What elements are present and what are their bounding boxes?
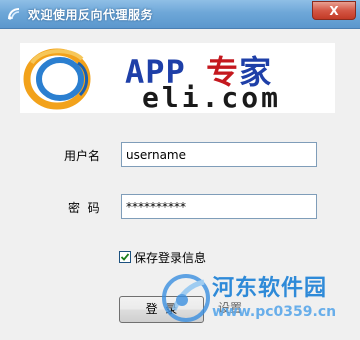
remember-label[interactable]: 保存登录信息: [134, 249, 206, 266]
brand-banner: APP 专家 eli.com: [20, 43, 335, 114]
app-icon: [8, 8, 20, 20]
password-field[interactable]: [121, 194, 317, 219]
close-icon: X: [329, 4, 339, 18]
username-label: 用户名: [64, 149, 101, 163]
watermark-site-name: 河东软件园: [212, 276, 328, 301]
orbit-logo-icon: [23, 48, 91, 110]
close-button[interactable]: X: [312, 1, 356, 20]
title-bar[interactable]: 欢迎使用反向代理服务 X: [0, 0, 360, 29]
window-title: 欢迎使用反向代理服务: [28, 8, 154, 22]
watermark-logo-icon: [162, 274, 210, 322]
check-icon: [120, 253, 130, 261]
brand-domain: eli.com: [142, 81, 282, 114]
remember-checkbox[interactable]: [119, 251, 131, 263]
watermark: 河东软件园 www.pc0359.cn: [160, 268, 360, 340]
username-field[interactable]: [121, 142, 317, 167]
watermark-url: www.pc0359.cn: [212, 304, 337, 320]
password-label: 密 码: [68, 201, 100, 215]
login-window: 欢迎使用反向代理服务 X APP 专家 eli.com 用户名 密 码 保存登录…: [0, 0, 360, 340]
